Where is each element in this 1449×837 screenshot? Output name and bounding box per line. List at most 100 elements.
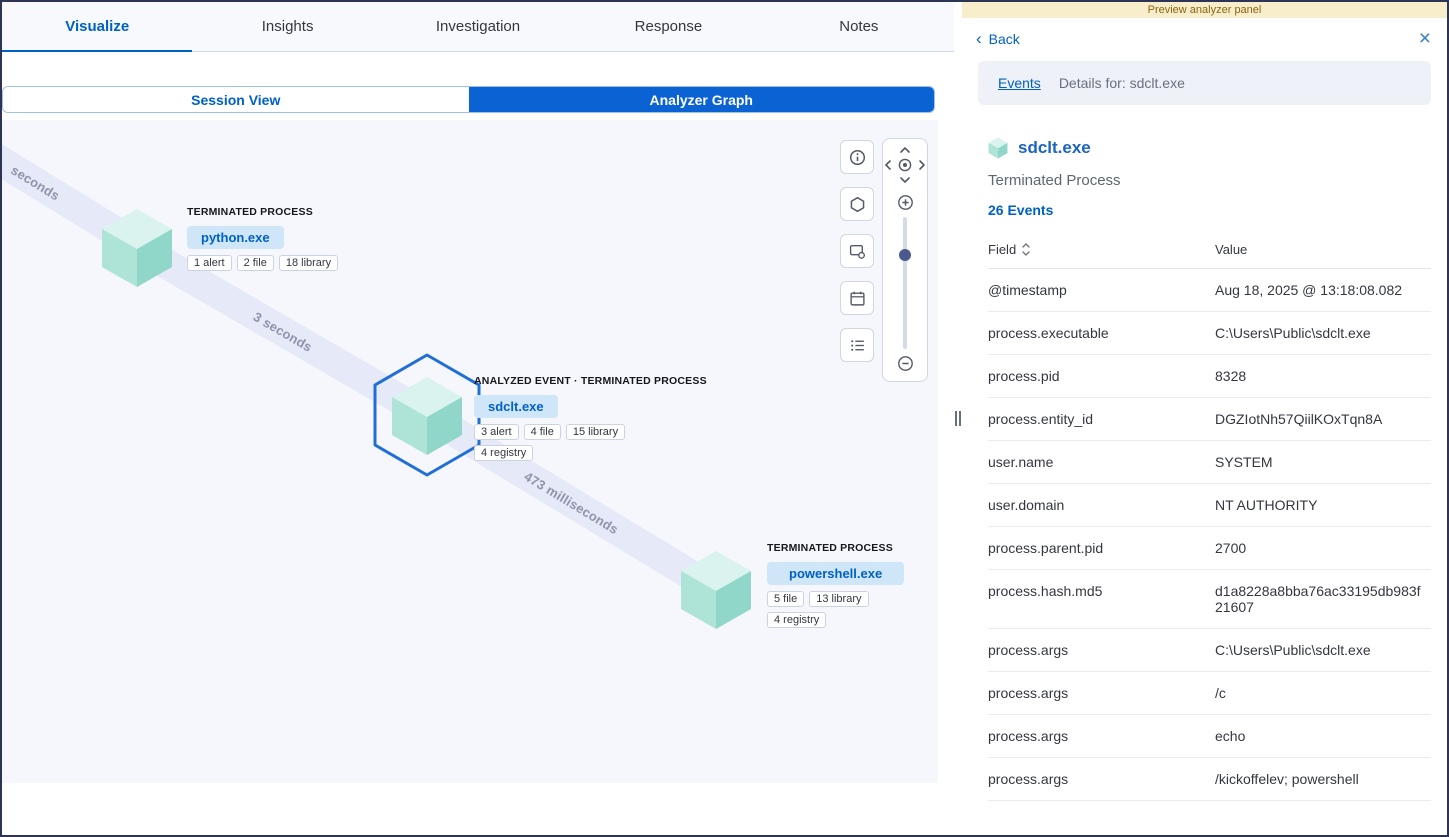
node-header: sdclt.exe <box>988 137 1447 159</box>
back-button[interactable]: ‹ Back <box>976 30 1020 47</box>
zoom-out-button[interactable] <box>896 354 915 373</box>
field-value: SYSTEM <box>1215 441 1431 484</box>
app-window: Visualize Insights Investigation Respons… <box>0 0 1449 837</box>
node-name-pill[interactable]: python.exe <box>187 226 284 249</box>
date-picker-button[interactable] <box>840 281 874 315</box>
view-toggle-strip: Session View Analyzer Graph <box>2 52 954 120</box>
pan-right-button[interactable] <box>917 158 927 172</box>
field-name: process.entity_id <box>988 398 1215 441</box>
chevron-left-icon <box>884 159 892 171</box>
field-value: /kickoffelev; powershell <box>1215 758 1431 801</box>
table-row: process.argsecho <box>988 715 1431 758</box>
field-value: echo <box>1215 715 1431 758</box>
pan-zoom-control <box>882 138 928 382</box>
tab-visualize[interactable]: Visualize <box>2 2 192 51</box>
hexagon-icon <box>849 196 866 213</box>
calendar-icon <box>849 290 866 307</box>
zoom-in-icon <box>897 194 914 211</box>
table-row: process.executableC:\Users\Public\sdclt.… <box>988 312 1431 355</box>
node-label-python: TERMINATED PROCESS python.exe 1 alert 2 … <box>187 206 397 271</box>
node-label-sdclt: ANALYZED EVENT · TERMINATED PROCESS sdcl… <box>474 375 707 461</box>
badge-alert[interactable]: 1 alert <box>187 255 232 271</box>
events-tab-link[interactable]: Events <box>998 75 1041 91</box>
field-value: 8328 <box>1215 355 1431 398</box>
edge-label: 473 milliseconds <box>522 468 622 536</box>
node-badges: 1 alert 2 file 18 library <box>187 255 397 271</box>
table-row: user.nameSYSTEM <box>988 441 1431 484</box>
field-column-header: Field <box>988 242 1016 257</box>
field-value: C:\Users\Public\sdclt.exe <box>1215 629 1431 672</box>
zoom-in-button[interactable] <box>896 193 915 212</box>
field-name: process.parent.pid <box>988 527 1215 570</box>
events-count-link[interactable]: 26 Events <box>988 202 1447 218</box>
center-camera-button[interactable] <box>896 156 914 174</box>
panel-breadcrumb: Events Details for: sdclt.exe <box>978 61 1431 105</box>
pan-down-button[interactable] <box>898 175 912 185</box>
edge-label: 3 seconds <box>251 309 315 355</box>
analyzer-graph-button[interactable]: Analyzer Graph <box>469 87 935 112</box>
sort-icon[interactable] <box>1021 243 1031 256</box>
table-row: process.entity_idDGZIotNh57QiilKOxTqn8A <box>988 398 1431 441</box>
process-node-python[interactable] <box>100 208 174 288</box>
badge-library[interactable]: 13 library <box>809 591 868 607</box>
zoom-out-icon <box>897 355 914 372</box>
node-type-label: Terminated Process <box>988 172 1447 189</box>
table-row: process.args/kickoffelev; powershell <box>988 758 1431 801</box>
chevron-up-icon <box>899 146 911 154</box>
tab-bar: Visualize Insights Investigation Respons… <box>2 2 954 52</box>
badge-file[interactable]: 5 file <box>767 591 804 607</box>
close-button[interactable]: × <box>1419 28 1431 49</box>
badge-registry[interactable]: 4 registry <box>474 445 533 461</box>
node-name-pill[interactable]: sdclt.exe <box>474 395 558 418</box>
main-area: Visualize Insights Investigation Respons… <box>2 2 954 835</box>
graph-toolbar <box>840 140 874 362</box>
graph-bottom-margin <box>2 783 954 835</box>
zoom-slider-thumb[interactable] <box>899 249 911 261</box>
table-row: process.hash.md5d1a8228a8bba76ac33195db9… <box>988 570 1431 629</box>
event-list-button[interactable] <box>840 328 874 362</box>
node-badges: 3 alert 4 file 15 library 4 registry <box>474 424 636 461</box>
back-label: Back <box>989 31 1020 47</box>
panel-resize-handle[interactable] <box>954 2 962 835</box>
center-target-icon <box>897 157 913 173</box>
node-badges: 5 file 13 library 4 registry <box>767 591 905 628</box>
tab-notes[interactable]: Notes <box>764 2 954 51</box>
session-view-button[interactable]: Session View <box>3 87 469 112</box>
field-value: d1a8228a8bba76ac33195db983f21607 <box>1215 570 1431 629</box>
table-row: process.parent.pid2700 <box>988 527 1431 570</box>
tab-investigation[interactable]: Investigation <box>383 2 573 51</box>
badge-library[interactable]: 15 library <box>566 424 625 440</box>
zoom-slider[interactable] <box>903 217 907 349</box>
panel-gear-icon <box>849 243 866 260</box>
view-toggle: Session View Analyzer Graph <box>2 86 935 113</box>
info-button[interactable] <box>840 140 874 174</box>
field-value: DGZIotNh57QiilKOxTqn8A <box>1215 398 1431 441</box>
badge-file[interactable]: 4 file <box>524 424 561 440</box>
preview-analyzer-panel: Preview analyzer panel ‹ Back × Events D… <box>962 2 1447 835</box>
badge-library[interactable]: 18 library <box>279 255 338 271</box>
details-label: Details for: sdclt.exe <box>1059 75 1185 91</box>
node-name-title: sdclt.exe <box>1018 138 1091 158</box>
node-legend-button[interactable] <box>840 187 874 221</box>
field-value-table: Field Value @timestampAug 18, 2025 @ 13:… <box>988 242 1431 801</box>
analyzer-graph-canvas[interactable]: seconds 3 seconds 473 milliseconds TERMI… <box>2 120 954 835</box>
badge-file[interactable]: 2 file <box>237 255 274 271</box>
chevron-right-icon <box>918 159 926 171</box>
cube-icon <box>988 137 1008 159</box>
process-node-sdclt[interactable] <box>390 376 464 456</box>
node-name-pill[interactable]: powershell.exe <box>767 562 904 585</box>
node-kind-label: TERMINATED PROCESS <box>187 206 397 218</box>
badge-registry[interactable]: 4 registry <box>767 612 826 628</box>
field-value: C:\Users\Public\sdclt.exe <box>1215 312 1431 355</box>
process-node-powershell[interactable] <box>679 550 753 630</box>
preview-banner: Preview analyzer panel <box>962 2 1447 18</box>
field-name: process.args <box>988 672 1215 715</box>
pan-up-button[interactable] <box>898 145 912 155</box>
schema-settings-button[interactable] <box>840 234 874 268</box>
field-name: process.args <box>988 715 1215 758</box>
tab-insights[interactable]: Insights <box>192 2 382 51</box>
field-value: Aug 18, 2025 @ 13:18:08.082 <box>1215 269 1431 312</box>
badge-alert[interactable]: 3 alert <box>474 424 519 440</box>
tab-response[interactable]: Response <box>573 2 763 51</box>
pan-left-button[interactable] <box>883 158 893 172</box>
